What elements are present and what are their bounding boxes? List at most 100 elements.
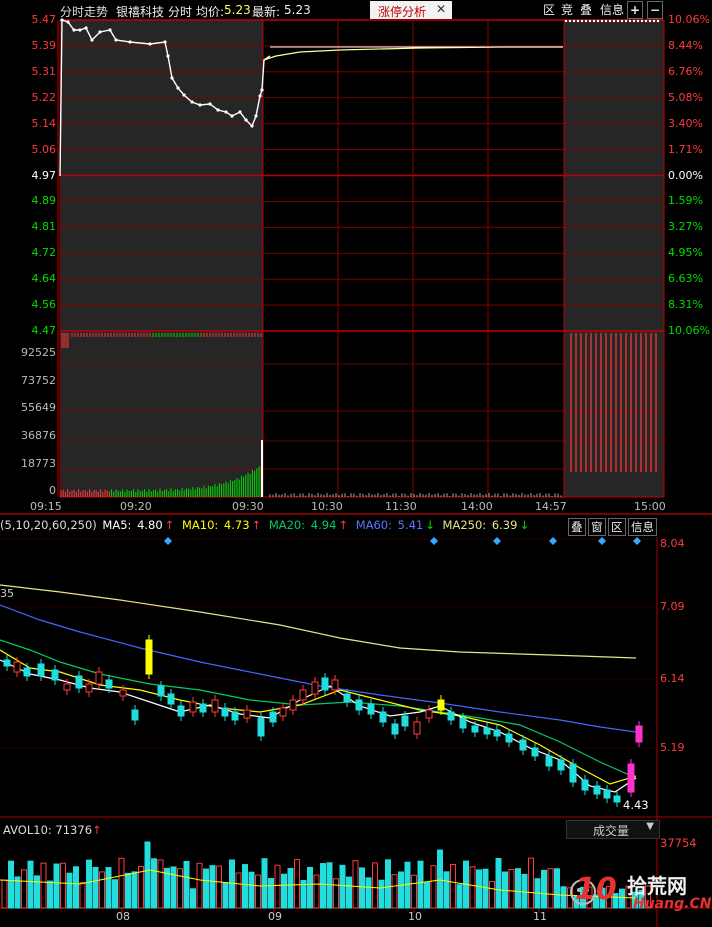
candle-body — [603, 789, 611, 799]
pre-market-shade — [60, 20, 263, 497]
volume-bar — [359, 867, 365, 909]
percent-tick: 5.08% — [668, 90, 703, 104]
watermark-number: 10 — [575, 872, 617, 907]
ma20-label: MA20: 4.94 ↑ — [268, 518, 349, 532]
price-dot — [604, 19, 608, 23]
candle-body — [269, 711, 277, 723]
ma60-line — [0, 604, 637, 733]
percent-tick: 4.95% — [668, 246, 703, 260]
candle-body — [593, 785, 601, 795]
candle-body — [23, 667, 31, 677]
ma-params: (5,10,20,60,250) — [0, 518, 97, 532]
indicator-select[interactable]: 成交量 ▼ — [566, 820, 660, 839]
volume-bar — [1, 879, 8, 909]
price-dot — [620, 19, 624, 23]
price-dot — [656, 19, 660, 23]
price-dot — [644, 19, 648, 23]
volume-bar — [190, 888, 196, 909]
volume-bar — [125, 872, 131, 909]
candle-body — [379, 711, 387, 723]
volume-bar — [495, 857, 502, 909]
percent-tick: 6.76% — [668, 64, 703, 78]
kline-overlay-button[interactable]: 叠 — [568, 518, 586, 536]
event-marker — [430, 537, 438, 545]
time-tick: 11:30 — [385, 500, 417, 513]
kline-range-button[interactable]: 区 — [608, 518, 626, 536]
volume-tick: 73752 — [21, 374, 56, 387]
volume-bar — [131, 871, 138, 909]
volume-bar — [112, 879, 118, 909]
percent-tick: 1.71% — [668, 142, 703, 156]
candle-body — [85, 683, 93, 693]
candle-body — [483, 727, 491, 735]
candle-body — [231, 711, 239, 721]
low-price-label: 4.43 — [623, 798, 649, 812]
volume-bar — [229, 859, 235, 909]
month-tick: 10 — [408, 910, 422, 923]
candle-body — [401, 715, 409, 727]
candle-body — [343, 693, 351, 703]
volume-bar — [255, 874, 261, 909]
volume-bar — [424, 881, 430, 909]
time-tick: 09:20 — [120, 500, 152, 513]
price-dot — [624, 19, 628, 23]
volume-bar — [209, 865, 216, 909]
price-dot — [648, 19, 652, 23]
volume-bar — [476, 869, 482, 909]
month-tick: 11 — [533, 910, 547, 923]
kline-price-tick: 7.09 — [660, 600, 685, 613]
time-tick: 09:30 — [232, 500, 264, 513]
intraday-chart[interactable] — [0, 0, 712, 515]
volume-legend: AVOL10: 71376↑ — [3, 823, 102, 837]
volume-top-tick: 37754 — [660, 836, 697, 850]
candle-body — [37, 663, 45, 677]
price-dot — [652, 19, 656, 23]
volume-bar — [411, 874, 417, 909]
price-dot — [600, 19, 604, 23]
candle-body — [635, 725, 643, 743]
candle-body — [221, 707, 229, 717]
candle-body — [505, 733, 513, 743]
candle-body — [145, 639, 153, 675]
volume-bar — [164, 867, 170, 909]
watermark: 10 拾荒网 Huang.CN — [555, 870, 711, 920]
volume-bar — [99, 871, 105, 909]
candle-body — [119, 689, 127, 697]
candle-body — [51, 669, 59, 681]
kline-info-button[interactable]: 信息 — [628, 518, 657, 536]
ma5-value: 4.80 — [137, 518, 163, 532]
volume-bar — [118, 857, 125, 909]
candle-body — [189, 701, 197, 713]
price-dot — [148, 42, 152, 46]
watermark-title: 拾荒网 — [627, 874, 687, 898]
volume-bar — [40, 862, 47, 909]
month-tick: 08 — [116, 910, 130, 923]
candle-body — [257, 717, 265, 737]
price-dot — [90, 38, 94, 42]
volume-bar — [222, 882, 229, 909]
percent-tick: 8.44% — [668, 38, 703, 52]
volume-bar — [489, 880, 495, 909]
price-dot — [98, 30, 102, 34]
volume-bar — [53, 863, 60, 909]
price-dot — [632, 19, 636, 23]
kline-chart[interactable] — [0, 537, 712, 927]
candle-body — [493, 729, 501, 737]
volume-bar — [521, 873, 528, 909]
volume-bar — [105, 867, 112, 909]
price-dot — [224, 110, 228, 114]
candle-body — [545, 755, 553, 767]
volume-bar — [242, 864, 248, 909]
volume-tick: 18773 — [21, 457, 56, 470]
candle-body — [279, 707, 287, 717]
candle-body — [177, 705, 185, 717]
volume-bar — [248, 871, 255, 909]
kline-window-button[interactable]: 窗 — [588, 518, 606, 536]
price-tick: 4.47 — [31, 324, 57, 337]
ma5-label: MA5: 4.80 ↑ — [102, 518, 175, 532]
price-dot — [84, 26, 88, 30]
price-dot — [636, 19, 640, 23]
volume-bar — [456, 884, 463, 909]
percent-tick: 3.40% — [668, 116, 703, 130]
price-dot — [216, 108, 220, 112]
